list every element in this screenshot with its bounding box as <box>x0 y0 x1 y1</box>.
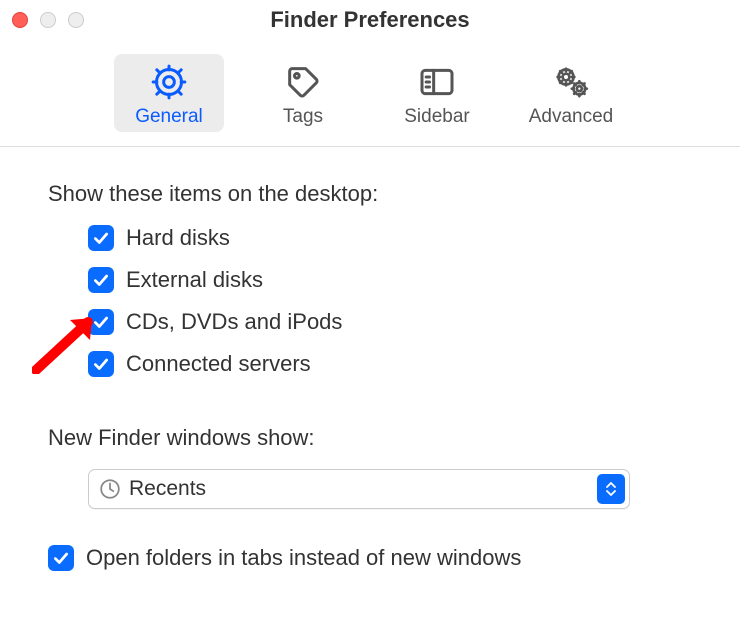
checkbox-row-connected-servers[interactable]: Connected servers <box>88 351 692 377</box>
desktop-items-list: Hard disks External disks CDs, DVDs and … <box>48 225 692 377</box>
checkbox-label: External disks <box>126 267 263 293</box>
new-windows-popup-row: Recents <box>48 469 692 509</box>
checkbox-row-cds-dvds-ipods[interactable]: CDs, DVDs and iPods <box>88 309 692 335</box>
checkbox[interactable] <box>88 351 114 377</box>
tab-sidebar[interactable]: Sidebar <box>382 54 492 132</box>
checkbox-label: Connected servers <box>126 351 311 377</box>
finder-preferences-window: Finder Preferences General Tags <box>0 0 740 644</box>
traffic-lights <box>12 12 84 28</box>
popup-selected-label: Recents <box>129 477 206 501</box>
close-button[interactable] <box>12 12 28 28</box>
new-windows-heading: New Finder windows show: <box>48 425 692 451</box>
checkbox[interactable] <box>88 267 114 293</box>
tab-tags[interactable]: Tags <box>248 54 358 132</box>
gear-icon <box>149 60 189 104</box>
tab-label: Tags <box>283 106 323 128</box>
window-title: Finder Preferences <box>0 7 740 33</box>
tag-icon <box>283 60 323 104</box>
clock-icon <box>99 478 121 500</box>
gears-icon <box>551 60 591 104</box>
titlebar: Finder Preferences <box>0 0 740 40</box>
zoom-button[interactable] <box>68 12 84 28</box>
sidebar-icon <box>417 60 457 104</box>
checkbox-row-open-in-tabs[interactable]: Open folders in tabs instead of new wind… <box>48 545 692 571</box>
tab-advanced[interactable]: Advanced <box>516 54 626 132</box>
tab-label: General <box>135 106 203 128</box>
tab-general[interactable]: General <box>114 54 224 132</box>
tab-label: Sidebar <box>404 106 470 128</box>
checkbox-label: CDs, DVDs and iPods <box>126 309 342 335</box>
tab-label: Advanced <box>529 106 614 128</box>
checkbox-row-external-disks[interactable]: External disks <box>88 267 692 293</box>
popup-arrows-icon <box>597 474 625 504</box>
checkbox-row-hard-disks[interactable]: Hard disks <box>88 225 692 251</box>
checkbox-label: Hard disks <box>126 225 230 251</box>
preferences-toolbar: General Tags Sidebar <box>0 40 740 147</box>
new-windows-popup[interactable]: Recents <box>88 469 630 509</box>
minimize-button[interactable] <box>40 12 56 28</box>
checkbox-label: Open folders in tabs instead of new wind… <box>86 545 521 571</box>
checkbox[interactable] <box>88 309 114 335</box>
desktop-section-heading: Show these items on the desktop: <box>48 181 692 207</box>
content-area: Show these items on the desktop: Hard di… <box>0 147 740 571</box>
checkbox[interactable] <box>88 225 114 251</box>
checkbox[interactable] <box>48 545 74 571</box>
